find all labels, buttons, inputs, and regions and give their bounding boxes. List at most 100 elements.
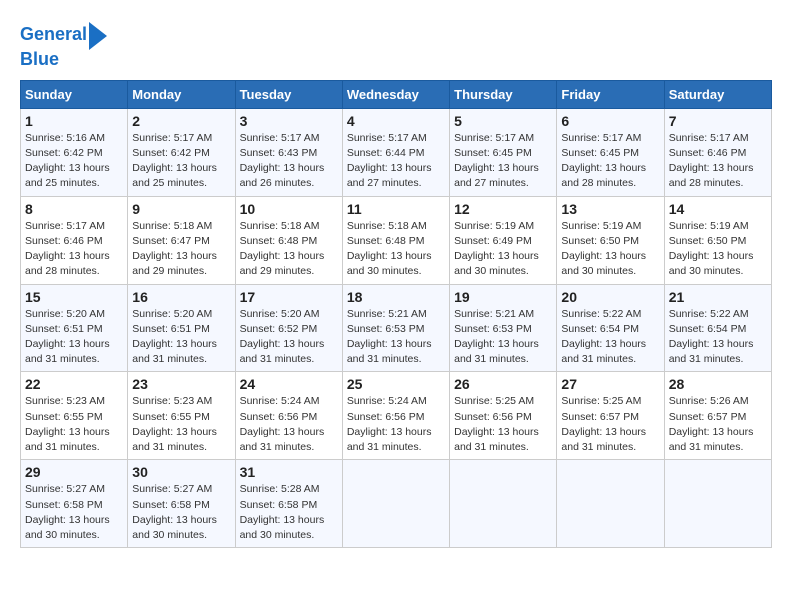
day-cell: 3 Sunrise: 5:17 AM Sunset: 6:43 PM Daylig… [235,108,342,196]
day-info: Sunrise: 5:19 AM Sunset: 6:50 PM Dayligh… [669,219,767,280]
day-number: 22 [25,376,123,392]
day-number: 27 [561,376,659,392]
day-cell: 2 Sunrise: 5:17 AM Sunset: 6:42 PM Daylig… [128,108,235,196]
week-row-2: 8 Sunrise: 5:17 AM Sunset: 6:46 PM Daylig… [21,196,772,284]
day-cell: 1 Sunrise: 5:16 AM Sunset: 6:42 PM Daylig… [21,108,128,196]
day-number: 6 [561,113,659,129]
page-header: General Blue [20,20,772,70]
day-number: 25 [347,376,445,392]
day-info: Sunrise: 5:18 AM Sunset: 6:47 PM Dayligh… [132,219,230,280]
day-cell: 30Sunrise: 5:27 AM Sunset: 6:58 PM Dayli… [128,460,235,548]
day-info: Sunrise: 5:22 AM Sunset: 6:54 PM Dayligh… [669,307,767,368]
day-number: 5 [454,113,552,129]
day-cell: 8 Sunrise: 5:17 AM Sunset: 6:46 PM Daylig… [21,196,128,284]
day-number: 2 [132,113,230,129]
week-row-4: 22 Sunrise: 5:23 AM Sunset: 6:55 PM Dayli… [21,372,772,460]
day-number: 14 [669,201,767,217]
day-info: Sunrise: 5:19 AM Sunset: 6:49 PM Dayligh… [454,219,552,280]
day-number: 19 [454,289,552,305]
day-cell: 7Sunrise: 5:17 AM Sunset: 6:46 PM Daylig… [664,108,771,196]
column-header-saturday: Saturday [664,80,771,108]
day-info: Sunrise: 5:17 AM Sunset: 6:44 PM Dayligh… [347,131,445,192]
day-cell: 5 Sunrise: 5:17 AM Sunset: 6:45 PM Daylig… [450,108,557,196]
day-info: Sunrise: 5:17 AM Sunset: 6:46 PM Dayligh… [25,219,123,280]
day-cell [664,460,771,548]
day-info: Sunrise: 5:19 AM Sunset: 6:50 PM Dayligh… [561,219,659,280]
day-number: 18 [347,289,445,305]
day-cell: 21 Sunrise: 5:22 AM Sunset: 6:54 PM Dayli… [664,284,771,372]
day-cell: 4 Sunrise: 5:17 AM Sunset: 6:44 PM Daylig… [342,108,449,196]
day-info: Sunrise: 5:21 AM Sunset: 6:53 PM Dayligh… [347,307,445,368]
day-number: 8 [25,201,123,217]
column-header-thursday: Thursday [450,80,557,108]
logo: General Blue [20,20,107,70]
day-cell: 16 Sunrise: 5:20 AM Sunset: 6:51 PM Dayli… [128,284,235,372]
day-cell: 20 Sunrise: 5:22 AM Sunset: 6:54 PM Dayli… [557,284,664,372]
day-cell: 12 Sunrise: 5:19 AM Sunset: 6:49 PM Dayli… [450,196,557,284]
week-row-3: 15 Sunrise: 5:20 AM Sunset: 6:51 PM Dayli… [21,284,772,372]
day-number: 31 [240,464,338,480]
day-info: Sunrise: 5:20 AM Sunset: 6:52 PM Dayligh… [240,307,338,368]
day-number: 26 [454,376,552,392]
day-info: Sunrise: 5:24 AM Sunset: 6:56 PM Dayligh… [240,394,338,455]
calendar-table: SundayMondayTuesdayWednesdayThursdayFrid… [20,80,772,548]
day-number: 29 [25,464,123,480]
day-cell: 10 Sunrise: 5:18 AM Sunset: 6:48 PM Dayli… [235,196,342,284]
day-cell: 13 Sunrise: 5:19 AM Sunset: 6:50 PM Dayli… [557,196,664,284]
day-cell: 19 Sunrise: 5:21 AM Sunset: 6:53 PM Dayli… [450,284,557,372]
day-cell: 27 Sunrise: 5:25 AM Sunset: 6:57 PM Dayli… [557,372,664,460]
day-number: 4 [347,113,445,129]
day-number: 23 [132,376,230,392]
day-number: 17 [240,289,338,305]
day-cell: 25Sunrise: 5:24 AM Sunset: 6:56 PM Dayli… [342,372,449,460]
logo-blue-text: Blue [20,50,59,70]
day-number: 21 [669,289,767,305]
day-cell: 17 Sunrise: 5:20 AM Sunset: 6:52 PM Dayli… [235,284,342,372]
day-number: 28 [669,376,767,392]
day-info: Sunrise: 5:17 AM Sunset: 6:45 PM Dayligh… [561,131,659,192]
day-cell: 31 Sunrise: 5:28 AM Sunset: 6:58 PM Dayli… [235,460,342,548]
day-info: Sunrise: 5:17 AM Sunset: 6:43 PM Dayligh… [240,131,338,192]
day-cell: 26 Sunrise: 5:25 AM Sunset: 6:56 PM Dayli… [450,372,557,460]
day-number: 3 [240,113,338,129]
day-info: Sunrise: 5:18 AM Sunset: 6:48 PM Dayligh… [240,219,338,280]
logo-text: General [20,25,87,45]
day-info: Sunrise: 5:17 AM Sunset: 6:42 PM Dayligh… [132,131,230,192]
column-header-friday: Friday [557,80,664,108]
column-header-monday: Monday [128,80,235,108]
day-cell: 11Sunrise: 5:18 AM Sunset: 6:48 PM Dayli… [342,196,449,284]
day-info: Sunrise: 5:20 AM Sunset: 6:51 PM Dayligh… [25,307,123,368]
day-cell: 23Sunrise: 5:23 AM Sunset: 6:55 PM Dayli… [128,372,235,460]
day-number: 1 [25,113,123,129]
day-info: Sunrise: 5:23 AM Sunset: 6:55 PM Dayligh… [25,394,123,455]
day-cell [450,460,557,548]
day-info: Sunrise: 5:20 AM Sunset: 6:51 PM Dayligh… [132,307,230,368]
day-info: Sunrise: 5:21 AM Sunset: 6:53 PM Dayligh… [454,307,552,368]
day-info: Sunrise: 5:22 AM Sunset: 6:54 PM Dayligh… [561,307,659,368]
column-header-wednesday: Wednesday [342,80,449,108]
day-cell: 9 Sunrise: 5:18 AM Sunset: 6:47 PM Daylig… [128,196,235,284]
day-info: Sunrise: 5:27 AM Sunset: 6:58 PM Dayligh… [132,482,230,543]
logo-arrow-icon [89,22,107,50]
day-number: 9 [132,201,230,217]
day-info: Sunrise: 5:27 AM Sunset: 6:58 PM Dayligh… [25,482,123,543]
day-info: Sunrise: 5:26 AM Sunset: 6:57 PM Dayligh… [669,394,767,455]
day-info: Sunrise: 5:17 AM Sunset: 6:45 PM Dayligh… [454,131,552,192]
day-number: 10 [240,201,338,217]
day-cell [342,460,449,548]
day-info: Sunrise: 5:16 AM Sunset: 6:42 PM Dayligh… [25,131,123,192]
day-number: 20 [561,289,659,305]
day-number: 16 [132,289,230,305]
day-cell: 28 Sunrise: 5:26 AM Sunset: 6:57 PM Dayli… [664,372,771,460]
day-info: Sunrise: 5:28 AM Sunset: 6:58 PM Dayligh… [240,482,338,543]
day-number: 13 [561,201,659,217]
column-header-sunday: Sunday [21,80,128,108]
day-info: Sunrise: 5:25 AM Sunset: 6:57 PM Dayligh… [561,394,659,455]
day-number: 12 [454,201,552,217]
day-number: 15 [25,289,123,305]
day-info: Sunrise: 5:25 AM Sunset: 6:56 PM Dayligh… [454,394,552,455]
day-info: Sunrise: 5:17 AM Sunset: 6:46 PM Dayligh… [669,131,767,192]
day-cell: 15 Sunrise: 5:20 AM Sunset: 6:51 PM Dayli… [21,284,128,372]
week-row-5: 29 Sunrise: 5:27 AM Sunset: 6:58 PM Dayli… [21,460,772,548]
day-cell [557,460,664,548]
